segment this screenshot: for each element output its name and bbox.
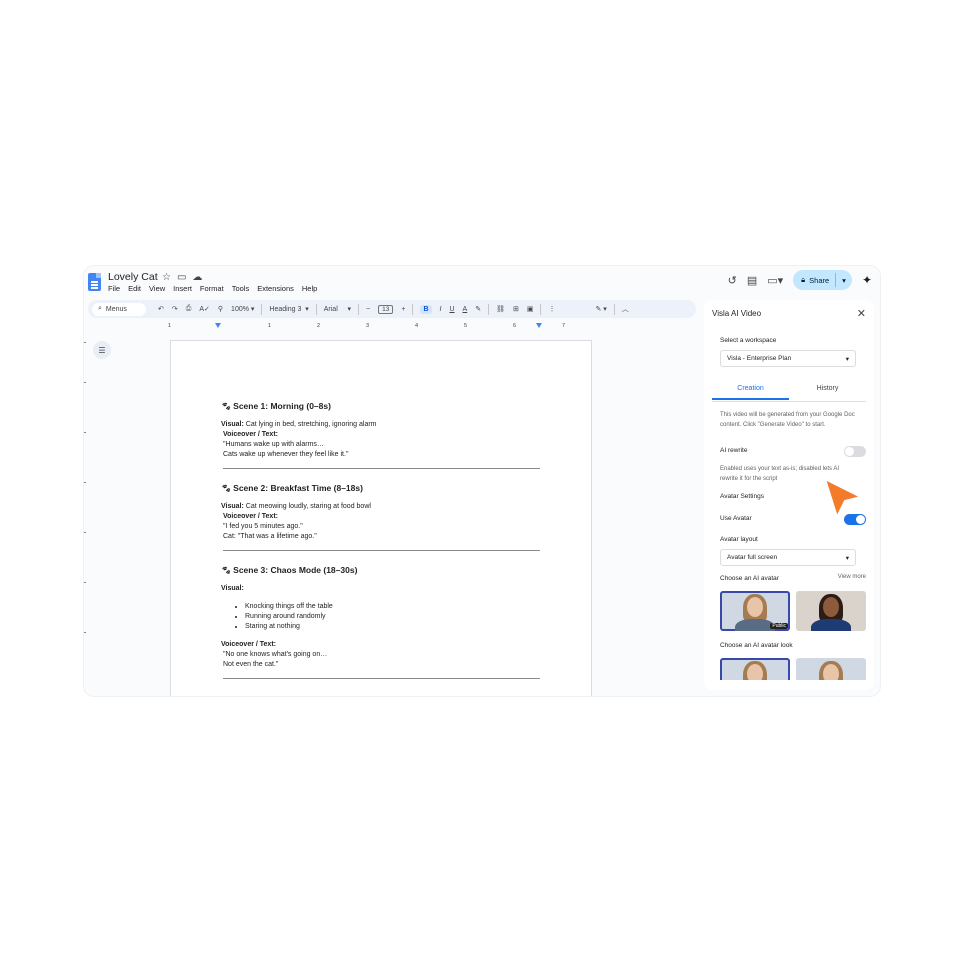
paw-icon: 🐾︎ (221, 402, 232, 411)
add-comment-icon[interactable]: ⊞ (513, 305, 519, 313)
tab-creation[interactable]: Creation (712, 378, 789, 400)
underline-icon[interactable]: U (449, 306, 454, 313)
undo-icon[interactable]: ↶ (158, 305, 164, 313)
menu-format[interactable]: Format (200, 284, 224, 293)
paint-format-icon[interactable]: ⚲ (218, 305, 223, 313)
menu-view[interactable]: View (149, 284, 165, 293)
visual-bullet-list: Knocking things off the table Running ar… (221, 602, 551, 632)
tab-history[interactable]: History (789, 378, 866, 400)
meet-icon[interactable]: ▭▾ (767, 274, 783, 287)
decrease-font-size-button[interactable]: − (366, 306, 370, 313)
view-more-link[interactable]: View more (838, 574, 866, 580)
share-button[interactable]: 🔒︎ Share ▾ (793, 270, 852, 290)
horizontal-ruler[interactable]: 1 1 2 3 4 5 6 7 (168, 323, 696, 331)
menu-file[interactable]: File (108, 284, 120, 293)
menu-bar: File Edit View Insert Format Tools Exten… (108, 284, 317, 293)
menu-tools[interactable]: Tools (232, 284, 250, 293)
lock-icon: 🔒︎ (801, 275, 806, 284)
divider (223, 468, 540, 469)
avatar-option[interactable]: Public (720, 591, 790, 631)
highlight-icon[interactable]: ✎ (475, 305, 481, 313)
font-size-input[interactable]: 13 (378, 304, 394, 314)
menu-edit[interactable]: Edit (128, 284, 141, 293)
vertical-ruler (84, 332, 87, 692)
left-indent-marker[interactable] (215, 323, 221, 328)
search-icon: ⌕ (98, 305, 102, 312)
ai-rewrite-toggle[interactable] (844, 446, 866, 457)
insert-image-icon[interactable]: ▣ (527, 305, 534, 313)
right-indent-marker[interactable] (536, 323, 542, 328)
menu-extensions[interactable]: Extensions (257, 284, 294, 293)
document-title[interactable]: Lovely Cat (108, 271, 158, 283)
bold-icon[interactable]: B (420, 304, 432, 314)
avatar-layout-select[interactable]: Avatar full screen ▾ (720, 549, 856, 566)
redo-icon[interactable]: ↷ (172, 305, 178, 313)
avatar-look-option[interactable] (720, 658, 790, 680)
version-history-icon[interactable]: ↺ (728, 274, 737, 287)
menus-search[interactable]: ⌕ Menus (92, 302, 146, 316)
avatar-look-list (720, 658, 866, 680)
avatar-list: Public (720, 591, 866, 631)
spellcheck-icon[interactable]: A✓ (199, 305, 210, 313)
pointer-cursor-icon (824, 478, 862, 518)
panel-tabs: Creation History (712, 378, 866, 400)
star-icon[interactable]: ☆ (162, 272, 171, 283)
increase-font-size-button[interactable]: + (401, 306, 405, 313)
list-item: Running around randomly (245, 612, 551, 622)
document-page[interactable]: 🐾︎ Scene 1: Morning (0–8s) Visual: Cat ly… (170, 340, 592, 696)
paw-icon: 🐾︎ (221, 566, 232, 575)
close-icon[interactable]: ✕ (857, 307, 866, 320)
menu-insert[interactable]: Insert (173, 284, 192, 293)
link-icon[interactable]: ⛓ (496, 305, 505, 313)
style-select[interactable]: Heading 3 ▾ (269, 305, 308, 313)
docs-window: Lovely Cat ☆ ▭ ☁ File Edit View Insert F… (84, 266, 880, 696)
menu-help[interactable]: Help (302, 284, 317, 293)
font-select[interactable]: Arial ▾ (324, 305, 351, 313)
avatar-look-option[interactable] (796, 658, 866, 680)
comments-icon[interactable]: ▤ (747, 274, 757, 287)
scene-1-heading: 🐾︎ Scene 1: Morning (0–8s) (221, 401, 331, 411)
panel-description: This video will be generated from your G… (720, 412, 855, 428)
editing-mode-icon[interactable]: ✎ ▾ (595, 305, 606, 313)
gemini-sparkle-icon[interactable]: ✦ (862, 273, 872, 287)
divider (223, 550, 540, 551)
hide-menus-icon[interactable]: ︿ (622, 304, 629, 314)
cloud-status-icon[interactable]: ☁ (192, 272, 202, 283)
divider (223, 678, 540, 679)
avatar-option[interactable] (796, 591, 866, 631)
more-options-icon[interactable]: ⋮ (548, 305, 555, 313)
chevron-down-icon: ▾ (845, 554, 849, 562)
paw-icon: 🐾︎ (221, 484, 232, 493)
print-icon[interactable]: ⎙ (186, 305, 192, 313)
toolbar: ⌕ Menus ↶ ↷ ⎙ A✓ ⚲ 100% ▾ Heading 3 ▾ Ar… (88, 300, 696, 318)
docs-logo-icon[interactable] (88, 273, 101, 291)
chevron-down-icon: ▾ (845, 355, 849, 363)
panel-title: Visla AI Video (712, 309, 762, 318)
scene-2-heading: 🐾︎ Scene 2: Breakfast Time (8–18s) (221, 483, 363, 493)
text-color-icon[interactable]: A (463, 306, 468, 313)
scene-3-heading: 🐾︎ Scene 3: Chaos Mode (18–30s) (221, 565, 358, 575)
italic-icon[interactable]: I (440, 306, 442, 313)
list-item: Knocking things off the table (245, 602, 551, 612)
document-outline-icon[interactable]: ☰ (93, 341, 111, 359)
share-dropdown-icon[interactable]: ▾ (842, 276, 846, 285)
zoom-select[interactable]: 100% ▾ (231, 305, 254, 313)
list-item: Staring at nothing (245, 622, 551, 632)
move-folder-icon[interactable]: ▭ (177, 272, 186, 283)
workspace-select[interactable]: Visla - Enterprise Plan ▾ (720, 350, 856, 367)
